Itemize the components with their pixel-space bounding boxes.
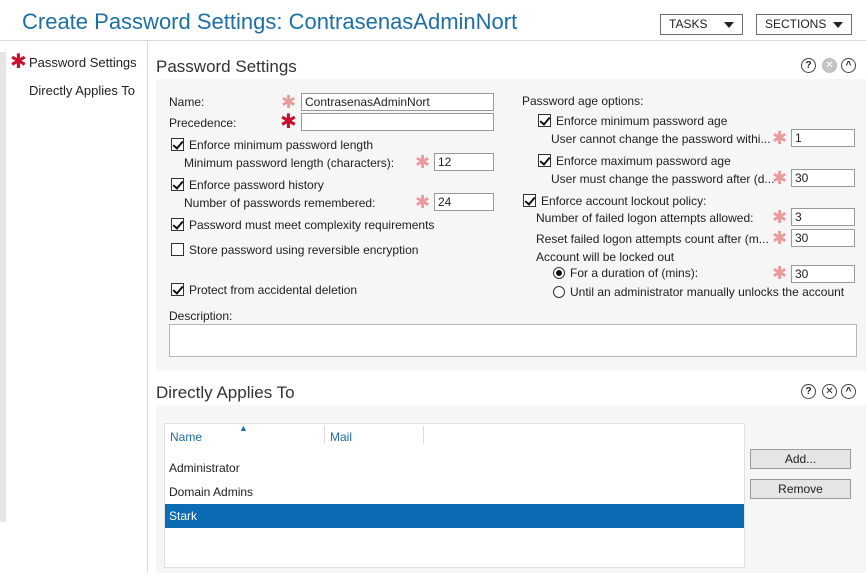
add-button[interactable]: Add... (750, 449, 851, 469)
reversible-label: Store password using reversible encrypti… (189, 243, 419, 257)
duration-radio[interactable] (553, 267, 565, 279)
required-icon: ✱ (415, 152, 431, 172)
collapse-icon[interactable]: ^ (841, 384, 856, 399)
required-icon: ✱ (10, 51, 27, 73)
nav-divider (147, 41, 148, 573)
chevron-down-icon (724, 22, 734, 28)
remove-button[interactable]: Remove (750, 479, 851, 499)
age-options-label: Password age options: (522, 94, 644, 108)
required-icon: ✱ (772, 128, 788, 148)
sections-button[interactable]: SECTIONS (756, 14, 852, 35)
close-icon[interactable]: ✕ (822, 384, 837, 399)
required-icon: ✱ (772, 228, 788, 248)
lockout-policy-checkbox[interactable] (523, 194, 536, 207)
enforce-min-age-checkbox[interactable] (538, 114, 551, 127)
name-field[interactable] (301, 93, 494, 111)
precedence-label: Precedence: (169, 116, 237, 130)
complexity-checkbox[interactable] (171, 218, 184, 231)
protect-label: Protect from accidental deletion (189, 283, 358, 297)
column-header-name[interactable]: Name (170, 430, 202, 444)
reversible-checkbox[interactable] (171, 243, 184, 256)
window-title: Create Password Settings: ContrasenasAdm… (22, 9, 518, 34)
enforce-history-checkbox[interactable] (171, 178, 184, 191)
failed-attempts-field[interactable] (791, 208, 855, 226)
applies-to-title: Directly Applies To (156, 383, 295, 402)
until-admin-radio[interactable] (553, 286, 565, 298)
description-label: Description: (169, 309, 233, 323)
list-item-selected[interactable]: Stark (165, 504, 744, 528)
collapse-icon[interactable]: ^ (841, 58, 856, 73)
min-length-label: Minimum password length (characters): (184, 156, 395, 170)
nav-item-password-settings[interactable]: Password Settings (29, 55, 137, 70)
reset-count-label: Reset failed logon attempts count after … (536, 232, 769, 246)
locked-out-label: Account will be locked out (536, 250, 675, 264)
required-icon: ✱ (280, 111, 297, 133)
reset-count-field[interactable] (791, 229, 855, 247)
enforce-min-age-label: Enforce minimum password age (556, 114, 728, 128)
password-settings-title: Password Settings (156, 57, 297, 76)
history-count-label: Number of passwords remembered: (184, 196, 376, 210)
max-age-field[interactable] (791, 169, 855, 187)
min-age-field[interactable] (791, 129, 855, 147)
list-item[interactable]: Administrator (165, 456, 744, 480)
sort-ascending-icon: ▲ (239, 423, 248, 433)
required-icon: ✱ (772, 207, 788, 227)
lockout-policy-label: Enforce account lockout policy: (541, 194, 707, 208)
max-age-label: User must change the password after (d..… (551, 172, 775, 186)
required-icon: ✱ (281, 92, 297, 112)
list-item[interactable]: Domain Admins (165, 480, 744, 504)
close-icon: ✕ (822, 58, 837, 73)
nav-item-directly-applies-to[interactable]: Directly Applies To (29, 83, 135, 98)
enforce-min-length-checkbox[interactable] (171, 138, 184, 151)
duration-field[interactable] (791, 265, 855, 283)
help-icon[interactable]: ? (801, 58, 816, 73)
column-separator (423, 426, 424, 444)
header-divider (0, 40, 866, 41)
min-age-label: User cannot change the password withi... (551, 132, 771, 146)
chevron-down-icon (833, 22, 843, 28)
required-icon: ✱ (415, 192, 431, 212)
column-separator (324, 426, 325, 444)
duration-label: For a duration of (mins): (570, 266, 699, 280)
column-header-mail[interactable]: Mail (330, 430, 352, 444)
help-icon[interactable]: ? (801, 384, 816, 399)
required-icon: ✱ (772, 263, 788, 283)
row-name: Administrator (169, 461, 240, 475)
row-name: Domain Admins (169, 485, 254, 499)
enforce-history-label: Enforce password history (189, 178, 324, 192)
tasks-label: TASKS (669, 17, 708, 31)
history-count-field[interactable] (434, 193, 494, 211)
until-admin-label: Until an administrator manually unlocks … (570, 285, 845, 299)
enforce-max-age-checkbox[interactable] (538, 154, 551, 167)
min-length-field[interactable] (434, 153, 494, 171)
tasks-button[interactable]: TASKS (660, 14, 743, 35)
description-field[interactable] (169, 324, 857, 357)
left-scroll-edge (0, 52, 6, 522)
enforce-max-age-label: Enforce maximum password age (556, 154, 731, 168)
sections-label: SECTIONS (765, 17, 827, 31)
precedence-field[interactable] (301, 113, 494, 131)
failed-attempts-label: Number of failed logon attempts allowed: (536, 211, 754, 225)
applies-to-list[interactable]: Name ▲ Mail Administrator Domain Admins … (164, 423, 745, 568)
row-name: Stark (169, 509, 198, 523)
complexity-label: Password must meet complexity requiremen… (189, 218, 435, 232)
protect-checkbox[interactable] (171, 283, 184, 296)
name-label: Name: (169, 95, 205, 109)
enforce-min-length-label: Enforce minimum password length (189, 138, 374, 152)
required-icon: ✱ (772, 168, 788, 188)
